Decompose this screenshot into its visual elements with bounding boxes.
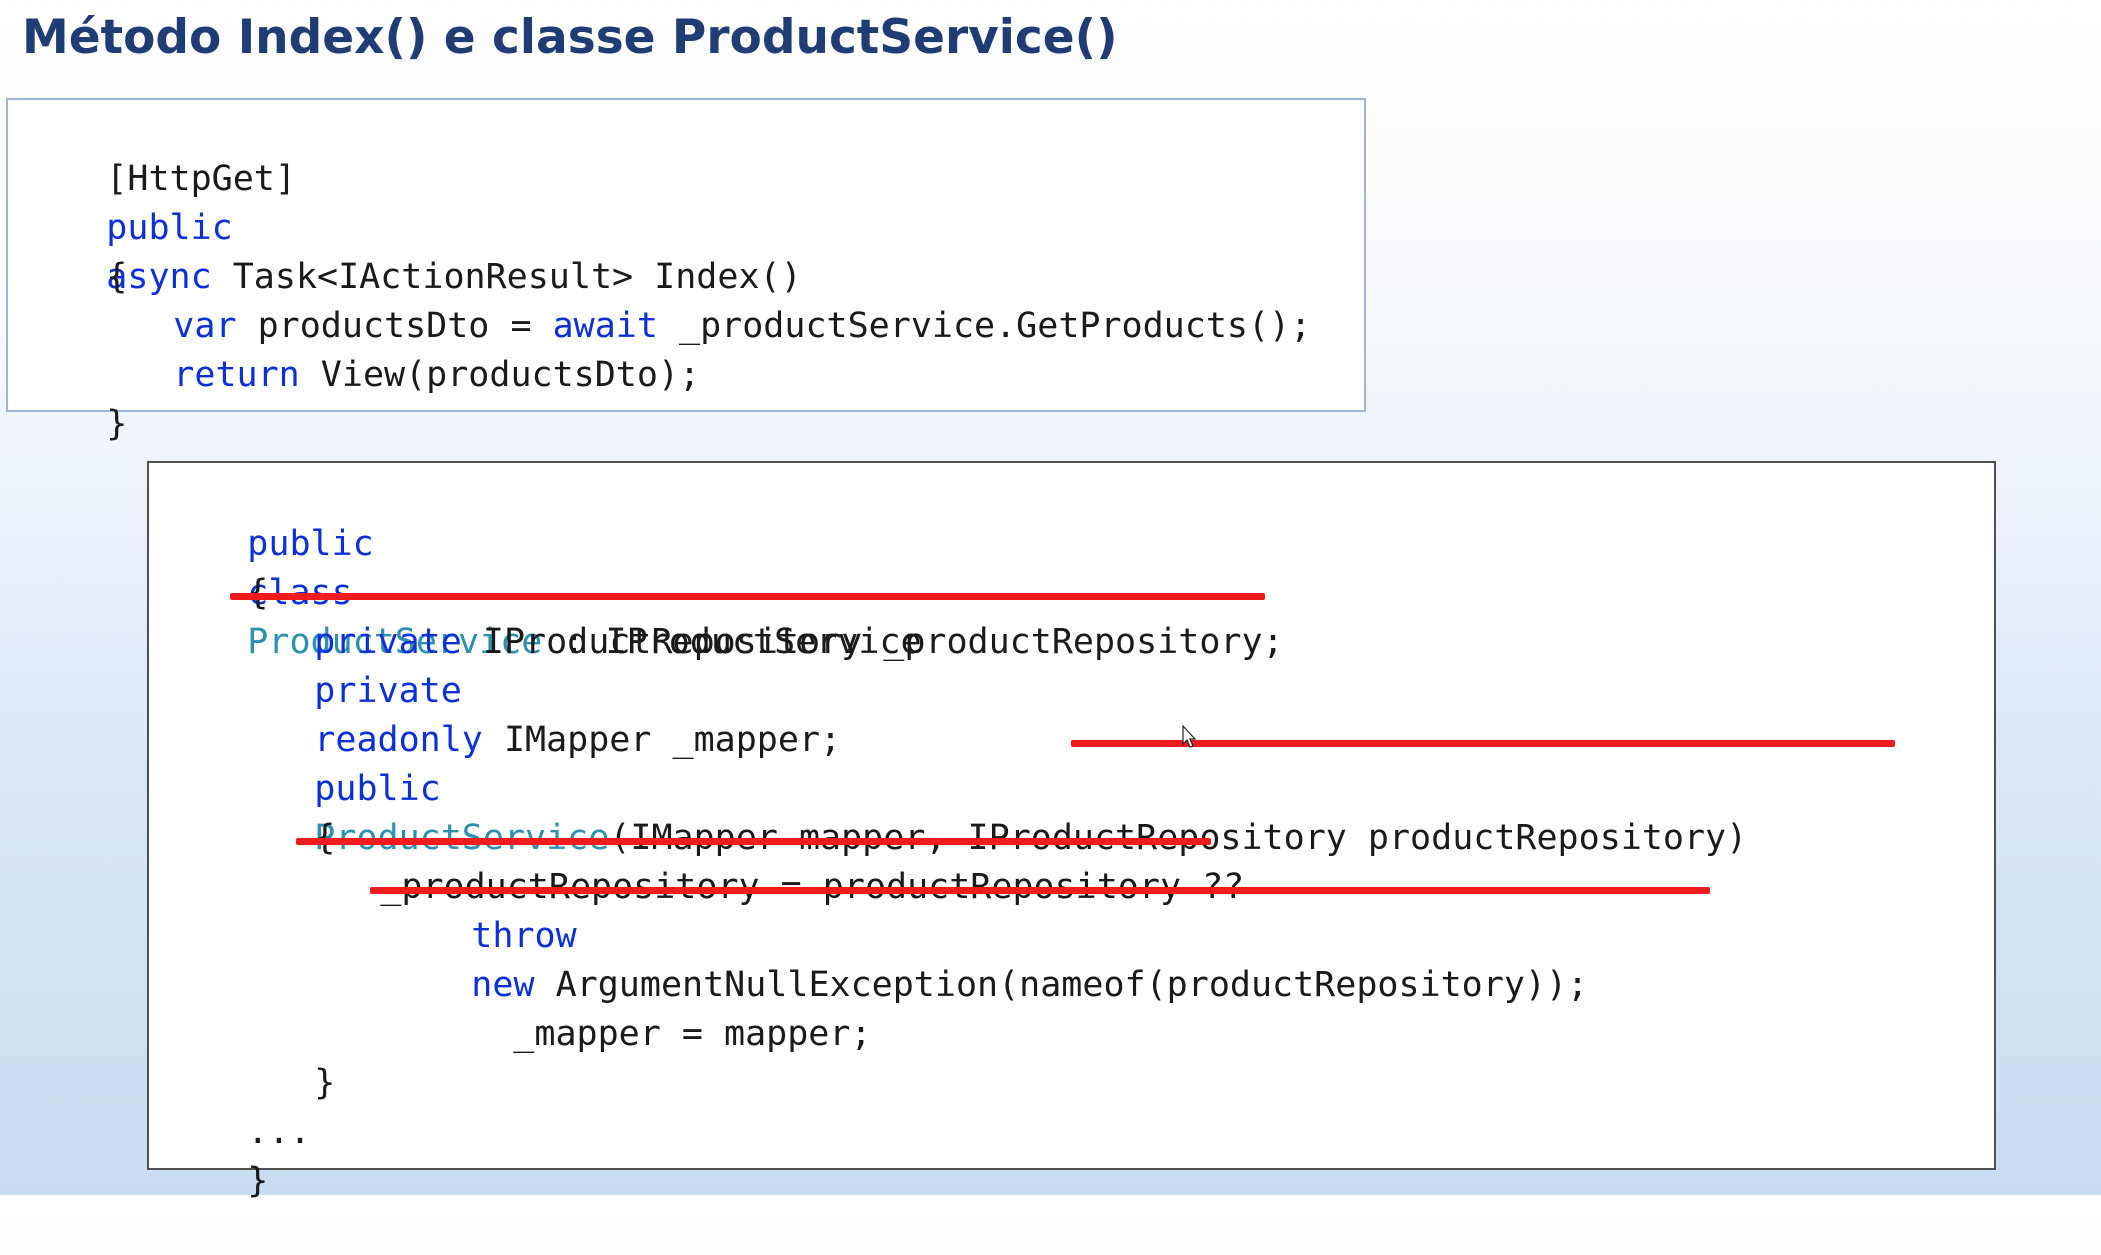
code-line-class-close-brace: } <box>163 1108 268 1201</box>
code-close-brace: } <box>314 1063 336 1103</box>
code-constructor-close-paren: ) <box>1726 818 1748 858</box>
code-line-httpget: [HttpGet] <box>22 106 296 199</box>
strikethrough-repository-assign <box>296 838 1211 845</box>
code-line-ctor-open-brace: { <box>230 765 335 858</box>
code-line-mapper-field: private readonly IMapper _mapper; <box>230 618 841 760</box>
code-line-mapper-assign: _mapper = mapper; <box>429 961 871 1054</box>
code-line-close-brace: } <box>22 351 127 444</box>
code-keyword-private: private <box>314 671 462 711</box>
code-line-class-decl: public class ProductService : IProductSe… <box>163 471 921 662</box>
mouse-cursor-icon <box>1182 725 1196 748</box>
code-close-brace: } <box>106 404 128 444</box>
code-line-ctor-close-brace: } <box>230 1010 335 1103</box>
service-code-box: public class ProductService : IProductSe… <box>147 461 1996 1201</box>
code-line-ellipsis: ... <box>163 1059 310 1152</box>
strikethrough-repository-field <box>230 593 1265 600</box>
code-mapper-assign: _mapper = mapper; <box>513 1014 872 1054</box>
code-return-view: View(productsDto); <box>299 355 701 395</box>
code-keyword-return: return <box>173 355 300 395</box>
code-line-var-products: var productsDto = await _productService.… <box>89 253 1311 346</box>
code-get-products-call: _productService.GetProducts(); <box>657 306 1312 346</box>
code-line-open-brace: { <box>22 204 127 297</box>
code-keyword-throw: throw <box>471 916 577 956</box>
slide-title: Método Index() e classe ProductService() <box>22 10 1118 65</box>
strikethrough-throw-statement <box>370 887 1710 894</box>
controller-code-box: [HttpGet] public async Task<IActionResul… <box>6 98 1366 444</box>
code-close-brace: } <box>247 1161 269 1201</box>
code-line-class-open-brace: { <box>163 520 268 613</box>
code-line-signature: public async Task<IActionResult> Index() <box>22 155 801 297</box>
code-line-return: return View(productsDto); <box>89 302 700 395</box>
